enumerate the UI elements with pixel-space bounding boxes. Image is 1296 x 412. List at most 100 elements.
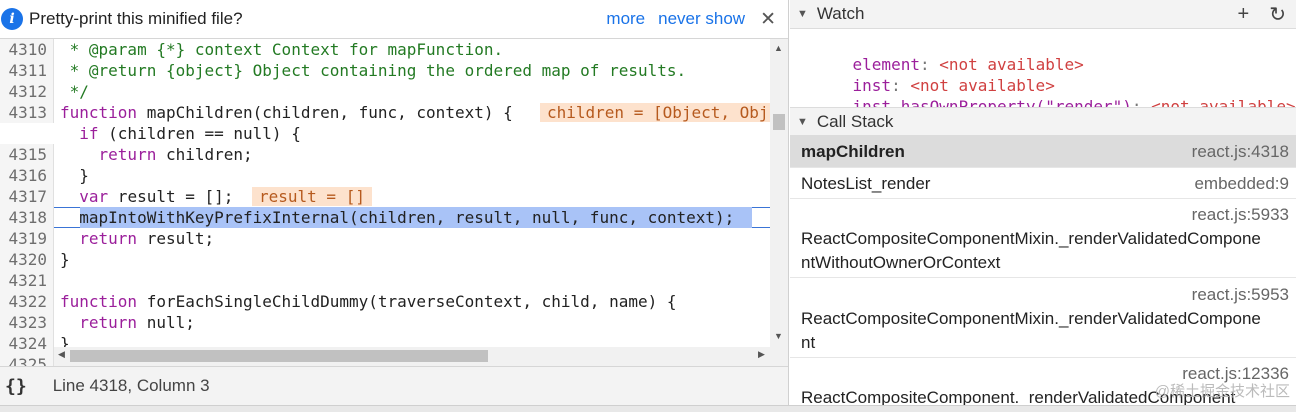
expand-triangle-icon[interactable]: ▼ [797, 8, 808, 20]
cursor-position: Line 4318, Column 3 [52, 376, 210, 395]
code-rest: (children == null) { [98, 124, 301, 143]
watch-section-header[interactable]: ▼ Watch + ↻ [790, 0, 1296, 29]
code-keyword: var [60, 187, 109, 206]
scroll-right-arrow-icon[interactable]: ▶ [758, 349, 765, 360]
scroll-down-arrow-icon[interactable]: ▼ [774, 331, 783, 341]
code-rest: children; [156, 145, 253, 164]
infobar-message: Pretty-print this minified file? [29, 9, 243, 28]
code-text: if (children == null) { [60, 123, 301, 144]
line-number[interactable]: 4313 [0, 102, 54, 123]
vertical-scroll-thumb[interactable] [773, 114, 785, 130]
call-frame-name: mapChildren [801, 142, 905, 161]
breakpoint-line-number[interactable]: 4314 [0, 123, 54, 144]
line-number[interactable]: 4319 [0, 228, 54, 249]
code-text: * @param {*} context Context for mapFunc… [60, 40, 504, 59]
call-frame[interactable]: NotesList_render embedded:9 [790, 168, 1296, 199]
inline-value-children: children = [Object, Obj [540, 103, 770, 122]
line-number[interactable]: 4317 [0, 186, 54, 207]
code-text: var result = []; [60, 186, 233, 207]
code-keyword: return [60, 229, 138, 248]
line-number[interactable]: 4322 [0, 291, 54, 312]
watch-expression[interactable]: inst: <not available> [814, 54, 1055, 95]
call-stack-title: Call Stack [816, 111, 894, 131]
breakpoint-line-label: 4314 [9, 124, 48, 143]
code-rest: result; [137, 229, 215, 248]
code-line: 4319 return result; [0, 228, 770, 249]
horizontal-scrollbar[interactable]: ◀ ▶ [54, 347, 770, 366]
code-rest: mapChildren(children, func, context) { [137, 103, 513, 122]
never-show-link[interactable]: never show [658, 9, 745, 29]
pretty-print-infobar: i Pretty-print this minified file? more … [0, 0, 788, 39]
line-number[interactable]: 4310 [0, 39, 54, 60]
code-line: 4322 function forEachSingleChildDummy(tr… [0, 291, 770, 312]
code-text: mapIntoWithKeyPrefixInternal(children, r… [60, 208, 735, 227]
info-icon: i [1, 8, 23, 30]
code-text: return children; [60, 144, 253, 165]
close-icon[interactable]: ✕ [760, 8, 776, 31]
scroll-up-arrow-icon[interactable]: ▲ [774, 43, 783, 53]
vertical-scrollbar[interactable]: ▲ ▼ [770, 39, 788, 366]
pretty-print-icon[interactable]: {} [5, 376, 27, 397]
watermark: @稀土掘金技术社区 [1154, 383, 1290, 400]
code-line: 4315 return children; [0, 144, 770, 165]
inline-value-result: result = [] [252, 187, 372, 206]
code-area[interactable]: 4310 * @param {*} context Context for ma… [0, 39, 770, 366]
call-frame-location: embedded:9 [1194, 174, 1289, 193]
debugger-sidebar: ▼ Watch + ↻ element: <not available> ins… [790, 0, 1296, 405]
line-number[interactable]: 4323 [0, 312, 54, 333]
code-rest: null; [137, 313, 195, 332]
line-number[interactable]: 4312 [0, 81, 54, 102]
line-number[interactable]: 4320 [0, 249, 54, 270]
line-number[interactable]: 4324 [0, 333, 54, 354]
code-line: 4310 * @param {*} context Context for ma… [0, 39, 770, 60]
line-number[interactable]: 4318 [0, 207, 54, 228]
call-frame-name-continued: ntWithoutOwnerOrContext [801, 253, 1001, 272]
code-keyword: function [60, 103, 138, 122]
call-frame-location: react.js:5953 [1191, 285, 1289, 304]
code-line: 4314 if (children == null) { [0, 123, 770, 144]
current-execution-line: 4318 mapIntoWithKeyPrefixInternal(childr… [0, 207, 770, 228]
line-number[interactable]: 4316 [0, 165, 54, 186]
code-line: 4316 } [0, 165, 770, 186]
scroll-left-arrow-icon[interactable]: ◀ [58, 349, 65, 360]
call-stack-section-header[interactable]: ▼ Call Stack [790, 107, 1296, 136]
code-text: return result; [60, 228, 214, 249]
refresh-icon[interactable]: ↻ [1269, 2, 1286, 27]
code-line: 4311 * @return {object} Object containin… [0, 60, 770, 81]
editor-status-bar: {} Line 4318, Column 3 [0, 366, 788, 405]
call-frame[interactable]: react.js:5933 ReactCompositeComponentMix… [790, 199, 1296, 278]
code-keyword: return [60, 145, 157, 164]
code-line: 4312 */ [0, 81, 770, 102]
call-frame-selected[interactable]: mapChildren react.js:4318 [790, 136, 1296, 168]
code-keyword: function [60, 292, 138, 311]
code-text: return null; [60, 312, 195, 333]
code-line: 4323 return null; [0, 312, 770, 333]
code-text: */ [60, 82, 89, 101]
call-frame-name: NotesList_render [801, 174, 931, 193]
line-number[interactable]: 4315 [0, 144, 54, 165]
call-frame-name: ReactCompositeComponentMixin._renderVali… [801, 309, 1261, 328]
call-frame-name-continued: nt [801, 333, 816, 352]
line-number[interactable]: 4311 [0, 60, 54, 81]
code-rest: forEachSingleChildDummy(traverseContext,… [137, 292, 677, 311]
code-keyword: return [60, 313, 138, 332]
code-line: 4321 [0, 270, 770, 291]
watch-expression[interactable]: element: <not available> [814, 33, 1084, 74]
more-link[interactable]: more [606, 9, 645, 29]
line-number[interactable]: 4325 [0, 354, 54, 366]
line-number[interactable]: 4321 [0, 270, 54, 291]
call-frame-name: ReactCompositeComponentMixin._renderVali… [801, 229, 1261, 248]
code-text: } [60, 250, 70, 269]
horizontal-scroll-thumb[interactable] [70, 350, 488, 362]
expand-triangle-icon[interactable]: ▼ [797, 116, 808, 128]
call-frame[interactable]: react.js:5953 ReactCompositeComponentMix… [790, 278, 1296, 358]
code-text: * @return {object} Object containing the… [60, 61, 687, 80]
call-frame-location: react.js:5933 [1191, 205, 1289, 224]
code-text: function mapChildren(children, func, con… [60, 102, 513, 123]
watch-expression[interactable]: inst.hasOwnProperty("render"): <not avai… [814, 75, 1296, 116]
window-bottom-edge [0, 405, 1296, 412]
code-rest: result = []; [108, 187, 234, 206]
add-watch-icon[interactable]: + [1238, 3, 1250, 26]
code-text: function forEachSingleChildDummy(travers… [60, 291, 677, 312]
code-text: } [60, 166, 89, 185]
